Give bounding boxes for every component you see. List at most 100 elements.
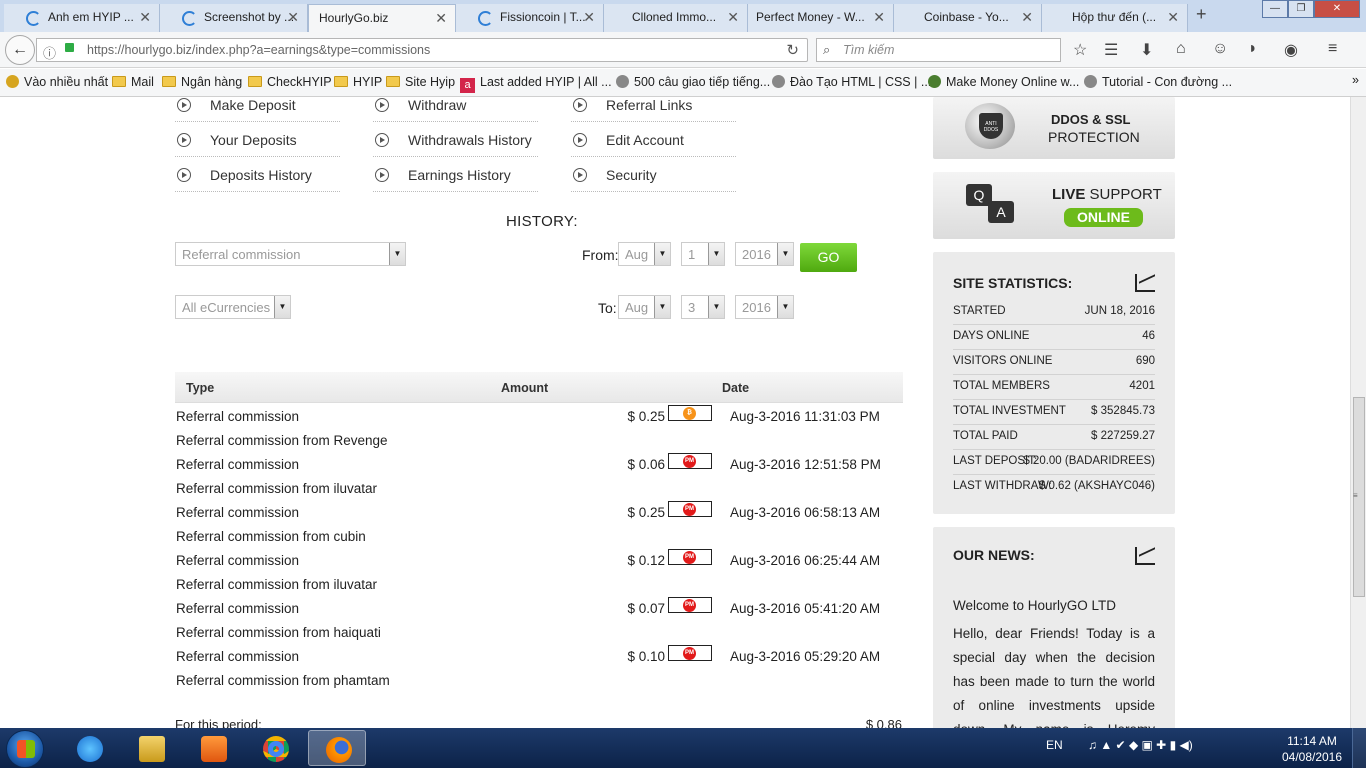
language-indicator[interactable]: EN	[1046, 738, 1063, 752]
close-tab-icon[interactable]: ✕	[583, 9, 595, 26]
maximize-button[interactable]: ❐	[1288, 0, 1314, 18]
close-tab-icon[interactable]: ✕	[727, 9, 739, 26]
from-year-select[interactable]: 2016 ▼	[735, 242, 794, 266]
bookmark-dao-tao-html[interactable]: Đào Tạo HTML | CSS | ...	[772, 75, 931, 89]
link-make-deposit[interactable]: Make Deposit	[175, 97, 340, 122]
minimize-button[interactable]: —	[1262, 0, 1288, 18]
news-headline: Welcome to HourlyGO LTD	[953, 598, 1117, 613]
to-day-select[interactable]: 3 ▼	[681, 295, 725, 319]
go-button[interactable]: GO	[800, 243, 857, 272]
lock-icon	[65, 43, 74, 52]
currency-badge: ₿	[668, 405, 712, 421]
link-your-deposits[interactable]: Your Deposits	[175, 122, 340, 157]
tab-coinbase[interactable]: Coinbase - Yo... ✕	[894, 4, 1042, 32]
table-row: Referral commission $ 0.25 ₿ Aug-3-2016 11:…	[175, 404, 903, 428]
clock[interactable]: 11:14 AM 04/08/2016	[1278, 733, 1346, 765]
url-bar[interactable]: ⓘ https://hourlygo.biz/index.php?a=earni…	[36, 38, 808, 62]
close-tab-icon[interactable]: ✕	[435, 10, 447, 27]
stats-title: SITE STATISTICS:	[953, 275, 1073, 291]
currency-select[interactable]: All eCurrencies ▼	[175, 295, 291, 319]
row-type: Referral commission	[176, 553, 300, 568]
tray-icons[interactable]: ♫ ▲ ✔ ◆ ▣ ✚ ▮ ◀)	[1088, 738, 1193, 752]
close-tab-icon[interactable]: ✕	[139, 9, 151, 26]
adblock-icon[interactable]: ◉	[1284, 40, 1298, 60]
stat-value: 46	[1142, 330, 1155, 342]
reading-list-icon[interactable]: ☰	[1104, 40, 1118, 60]
media-player-icon	[201, 736, 227, 762]
from-month-select[interactable]: Aug ▼	[618, 242, 671, 266]
link-withdrawals-history[interactable]: Withdrawals History	[373, 122, 538, 157]
link-earnings-history[interactable]: Earnings History	[373, 157, 538, 192]
site-info-icon[interactable]: ⓘ	[43, 43, 56, 62]
tab-screenshot[interactable]: Screenshot by ... ✕	[160, 4, 308, 32]
live-support-banner[interactable]: Q A LIVE SUPPORT ONLINE	[933, 172, 1175, 239]
bookmark-last-added-hyip[interactable]: a Last added HYIP | All ...	[460, 75, 612, 93]
to-label: To:	[598, 300, 617, 316]
link-security[interactable]: Security	[571, 157, 736, 192]
bookmark-folder-mail[interactable]: Mail	[112, 75, 154, 89]
show-desktop-button[interactable]	[1352, 728, 1366, 768]
bookmark-star-icon[interactable]: ☆	[1073, 40, 1087, 60]
tab-gmail[interactable]: Hộp thư đến (... ✕	[1042, 4, 1188, 32]
bookmark-folder-bank[interactable]: Ngân hàng	[162, 75, 242, 89]
bookmark-folder-site-hyip[interactable]: Site Hyip	[386, 75, 455, 89]
window-controls: — ❐ ✕	[1262, 0, 1360, 18]
browser-tab-bar: Anh em HYIP ... ✕ Screenshot by ... ✕ Hour…	[0, 0, 1366, 32]
bookmark-folder-hyip[interactable]: HYIP	[334, 75, 382, 89]
taskbar-ie[interactable]	[60, 730, 118, 766]
close-tab-icon[interactable]: ✕	[873, 9, 885, 26]
link-edit-account[interactable]: Edit Account	[571, 122, 736, 157]
close-tab-icon[interactable]: ✕	[1167, 9, 1179, 26]
bookmark-icon	[6, 75, 19, 88]
tab-fissioncoin[interactable]: Fissioncoin | T... ✕	[456, 4, 604, 32]
tab-clloned[interactable]: Clloned Immo... ✕	[604, 4, 748, 32]
taskbar-chrome[interactable]	[246, 730, 304, 766]
close-tab-icon[interactable]: ✕	[287, 9, 299, 26]
clock-time: 11:14 AM	[1287, 734, 1337, 748]
tab-anh-em-hyip[interactable]: Anh em HYIP ... ✕	[4, 4, 160, 32]
system-tray: EN ♫ ▲ ✔ ◆ ▣ ✚ ▮ ◀)	[1046, 738, 1193, 752]
start-button[interactable]	[6, 730, 44, 768]
type-select[interactable]: Referral commission ▼	[175, 242, 406, 266]
menu-icon[interactable]: ≡	[1328, 40, 1337, 58]
tab-perfect-money[interactable]: Perfect Money - W... ✕	[748, 4, 894, 32]
close-tab-icon[interactable]: ✕	[1021, 9, 1033, 26]
new-tab-button[interactable]: +	[1196, 4, 1207, 25]
home-icon[interactable]: ⌂	[1176, 40, 1186, 58]
to-month-select[interactable]: Aug ▼	[618, 295, 671, 319]
row-type: Referral commission	[176, 505, 300, 520]
bookmarks-overflow-icon[interactable]: »	[1352, 73, 1359, 87]
reload-icon[interactable]: ↻	[786, 41, 799, 59]
to-year-select[interactable]: 2016 ▼	[735, 295, 794, 319]
smiley-icon[interactable]: ☺	[1212, 40, 1228, 58]
folder-icon	[248, 76, 262, 87]
bookmark-500-cau[interactable]: 500 câu giao tiếp tiếng...	[616, 75, 770, 89]
taskbar-firefox[interactable]	[308, 730, 366, 766]
taskbar-media-player[interactable]	[184, 730, 242, 766]
news-body: Hello, dear Friends! Today is a special …	[953, 626, 1155, 728]
taskbar-explorer[interactable]	[122, 730, 180, 766]
chevron-down-icon: ▼	[274, 296, 290, 318]
bookmark-make-money[interactable]: Make Money Online w...	[928, 75, 1079, 89]
link-withdraw[interactable]: Withdraw	[373, 97, 538, 122]
download-icon[interactable]: ⬇	[1140, 40, 1153, 60]
tab-hourlygo[interactable]: HourlyGo.biz ✕	[308, 4, 456, 32]
link-referral-links[interactable]: Referral Links	[571, 97, 736, 122]
bookmark-most-visited[interactable]: Vào nhiều nhất	[6, 75, 108, 89]
qa-chat-icon: Q A	[966, 184, 1016, 229]
ddos-title: DDOS & SSL	[1051, 112, 1131, 127]
from-day-select[interactable]: 1 ▼	[681, 242, 725, 266]
link-deposits-history[interactable]: Deposits History	[175, 157, 340, 192]
search-icon: ⌕	[823, 42, 831, 57]
pocket-icon[interactable]: ◗	[1248, 40, 1258, 58]
stat-value: 690	[1135, 355, 1155, 367]
vertical-scrollbar[interactable]: ≡	[1350, 97, 1366, 728]
close-window-button[interactable]: ✕	[1314, 0, 1360, 18]
row-detail: Referral commission from cubin	[176, 529, 366, 544]
bookmark-tutorial[interactable]: Tutorial - Con đường ...	[1084, 75, 1232, 89]
bookmark-folder-checkhyip[interactable]: CheckHYIP	[248, 75, 332, 89]
back-button[interactable]: ←	[5, 35, 35, 65]
chevron-down-icon: ▼	[389, 243, 405, 265]
search-input[interactable]: ⌕ Tìm kiếm	[816, 38, 1061, 62]
table-row: Referral commission $ 0.06 PM Aug-3-2016 12…	[175, 452, 903, 476]
